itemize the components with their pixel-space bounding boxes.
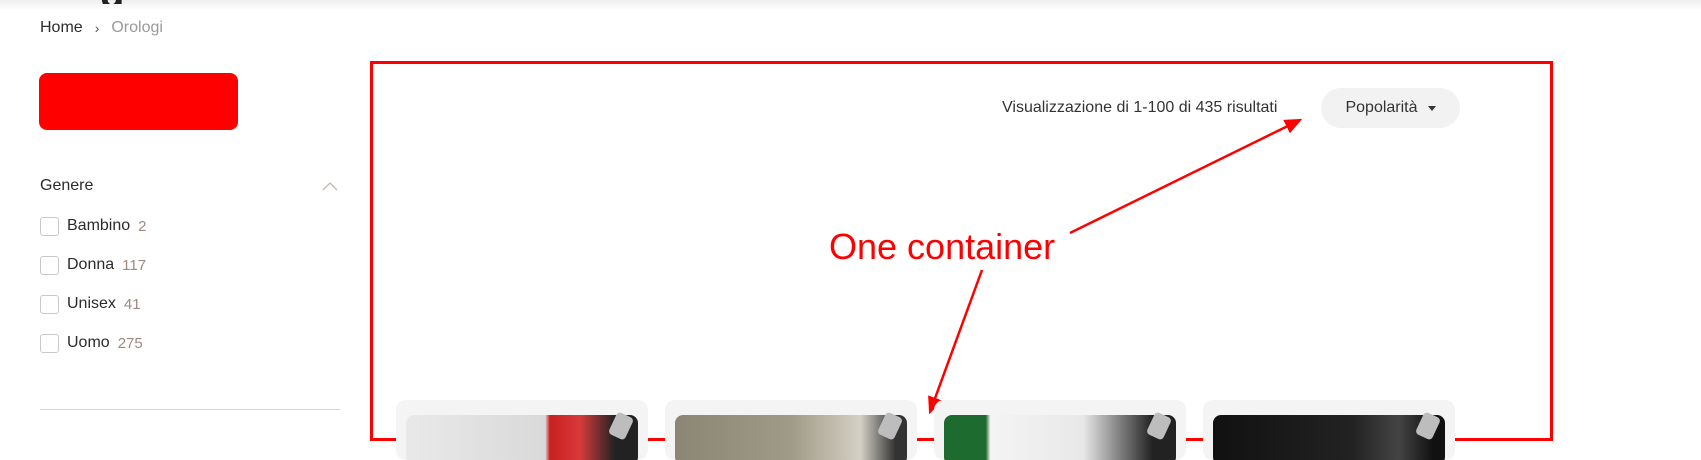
product-card[interactable] (665, 400, 917, 460)
breadcrumb-current: Orologi (111, 19, 163, 36)
filter-option-count: 41 (123, 295, 141, 313)
filter-title: Genere (40, 177, 94, 194)
filter-genere-header[interactable]: Genere (40, 174, 340, 198)
filter-option-bambino[interactable]: Bambino 2 (40, 215, 147, 237)
filter-option-count: 117 (122, 256, 147, 274)
product-image[interactable] (1213, 415, 1445, 460)
sort-selected-value: Popolarità (1345, 99, 1418, 116)
filter-option-count: 2 (138, 217, 147, 235)
annotation-label: One container (829, 226, 1056, 267)
header-bar (0, 0, 1701, 10)
page-title: g (100, 0, 160, 4)
filter-option-label: Donna (67, 256, 115, 273)
caret-down-icon (1427, 105, 1436, 111)
checkbox[interactable] (40, 216, 59, 236)
filter-option-label: Uomo (67, 334, 110, 351)
sidebar-divider (40, 409, 340, 410)
product-card[interactable] (1203, 400, 1455, 460)
filter-option-count: 275 (117, 334, 143, 352)
sidebar-primary-button[interactable] (39, 73, 238, 130)
breadcrumb: Home › Orologi (40, 18, 163, 38)
checkbox[interactable] (40, 333, 59, 353)
filter-option-label: Bambino (67, 217, 131, 234)
filter-option-unisex[interactable]: Unisex 41 (40, 293, 147, 315)
product-card[interactable] (934, 400, 1186, 460)
breadcrumb-separator-icon: › (94, 20, 100, 36)
results-count: Visualizzazione di 1-100 di 435 risultat… (1002, 99, 1278, 116)
product-image[interactable] (406, 415, 638, 460)
filter-option-uomo[interactable]: Uomo 275 (40, 332, 147, 354)
sort-dropdown[interactable]: Popolarità (1321, 88, 1460, 128)
checkbox[interactable] (40, 255, 59, 275)
checkbox[interactable] (40, 294, 59, 314)
product-card[interactable] (396, 400, 648, 460)
chevron-up-icon[interactable] (320, 179, 340, 193)
filter-option-donna[interactable]: Donna 117 (40, 254, 147, 276)
product-image[interactable] (944, 415, 1176, 460)
product-image[interactable] (675, 415, 907, 460)
filter-genere-list: Bambino 2 Donna 117 Unisex 41 Uomo 275 (40, 215, 147, 371)
breadcrumb-home-link[interactable]: Home (40, 18, 83, 38)
filter-option-label: Unisex (67, 295, 116, 312)
